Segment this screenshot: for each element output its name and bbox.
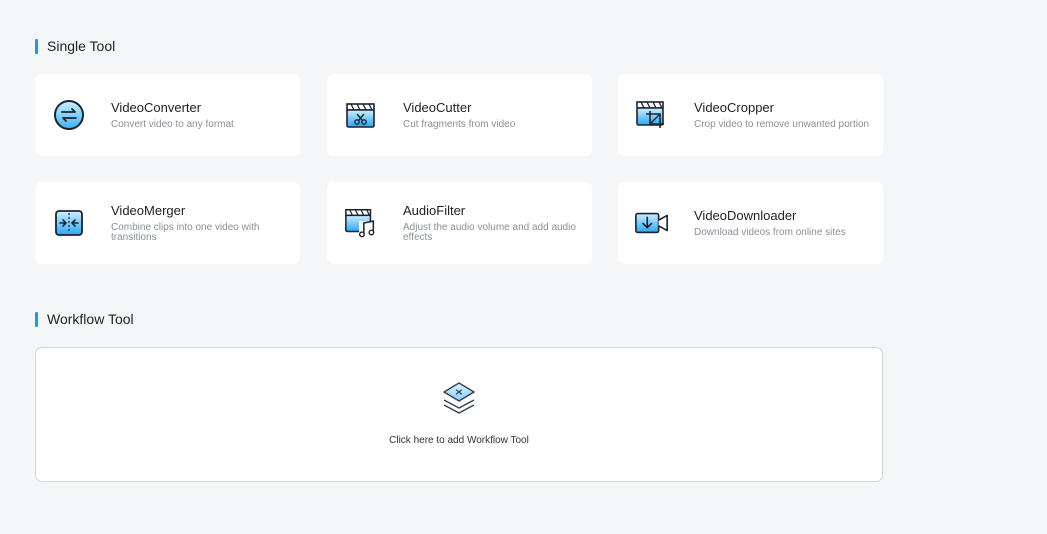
tool-card-videomerger[interactable]: VideoMerger Combine clips into one video… [35, 182, 300, 264]
tool-name: VideoMerger [111, 203, 186, 218]
tool-card-audiofilter[interactable]: AudioFilter Adjust the audio volume and … [327, 182, 592, 264]
tool-description: Cut fragments from video [403, 119, 516, 130]
scissors-clapper-icon [343, 97, 379, 133]
toolbox-page: Single Tool VideoConverter Convert video… [0, 0, 1047, 534]
single-tool-title: Single Tool [47, 38, 116, 54]
tool-name: VideoCutter [403, 100, 472, 115]
merge-icon [51, 205, 87, 241]
tool-name: VideoDownloader [694, 208, 797, 223]
tool-card-videocropper[interactable]: VideoCropper Crop video to remove unwant… [618, 74, 883, 156]
crop-clapper-icon [634, 97, 670, 133]
add-workflow-tool-button[interactable]: Click here to add Workflow Tool [35, 347, 883, 482]
tool-description: Crop video to remove unwanted portion [694, 119, 870, 130]
tool-card-videodownloader[interactable]: VideoDownloader Download videos from onl… [618, 182, 883, 264]
tool-name: VideoCropper [694, 100, 774, 115]
workflow-tool-heading: Workflow Tool [35, 311, 134, 327]
tool-card-videoconverter[interactable]: VideoConverter Convert video to any form… [35, 74, 300, 156]
tool-description: Convert video to any format [111, 119, 234, 130]
single-tool-heading: Single Tool [35, 38, 115, 54]
layers-add-icon [443, 382, 475, 414]
workflow-tool-title: Workflow Tool [47, 311, 134, 327]
add-workflow-label: Click here to add Workflow Tool [389, 435, 529, 446]
tool-card-videocutter[interactable]: VideoCutter Cut fragments from video [327, 74, 592, 156]
tool-name: AudioFilter [403, 203, 466, 218]
music-clapper-icon [343, 205, 379, 241]
heading-accent-bar [35, 311, 38, 327]
download-camera-icon [634, 205, 670, 241]
tool-description: Combine clips into one video with transi… [111, 222, 260, 243]
convert-icon [51, 97, 87, 133]
heading-accent-bar [35, 38, 38, 54]
tool-description: Adjust the audio volume and add audio ef… [403, 222, 576, 243]
tool-description: Download videos from online sites [694, 227, 846, 238]
tool-name: VideoConverter [111, 100, 202, 115]
